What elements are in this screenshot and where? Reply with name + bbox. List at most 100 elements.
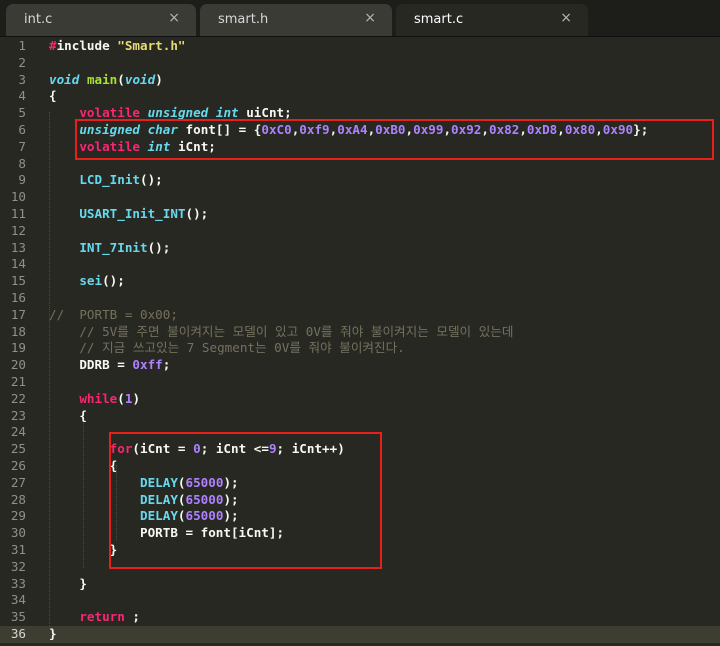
code-line[interactable]: 5 volatile unsigned int uiCnt; — [0, 105, 720, 122]
code-line[interactable]: 8 — [0, 156, 720, 173]
line-code: // 5V를 주면 불이켜지는 모델이 있고 0V를 줘야 불이켜지는 모델이 … — [49, 324, 513, 341]
code-line[interactable]: 7 volatile int iCnt; — [0, 139, 720, 156]
code-line[interactable]: 35 return ; — [0, 609, 720, 626]
code-line[interactable]: 21 — [0, 374, 720, 391]
code-line[interactable]: 6 unsigned char font[] = {0xC0, 0xf9, 0xA4… — [0, 122, 720, 139]
close-icon[interactable]: × — [560, 10, 572, 26]
close-icon[interactable]: × — [364, 10, 376, 26]
line-number: 12 — [10, 222, 26, 238]
code-line[interactable]: 18 // 5V를 주면 불이켜지는 모델이 있고 0V를 줘야 불이켜지는 모… — [0, 324, 720, 341]
code-token: INT_7Init — [79, 239, 148, 255]
code-line[interactable]: 30 PORTB = font[iCnt]; — [0, 525, 720, 542]
code-line[interactable]: 20 DDRB = 0xff; — [0, 357, 720, 374]
code-line[interactable]: 13 INT_7Init(); — [0, 240, 720, 257]
code-line[interactable]: 9 LCD_Init(); — [0, 172, 720, 189]
code-line[interactable]: 4{ — [0, 88, 720, 105]
code-line[interactable]: 23 { — [0, 408, 720, 425]
code-line[interactable]: 3 void main(void) — [0, 72, 720, 89]
line-number: 11 — [10, 206, 26, 221]
line-number: 31 — [10, 542, 26, 557]
code-token: 0xD8 — [526, 122, 558, 137]
line-code: DDRB = 0xff; — [49, 357, 170, 374]
code-line[interactable]: 2 — [0, 55, 720, 72]
code-token: ); — [223, 491, 239, 507]
code-token: , — [557, 122, 565, 137]
line-code: PORTB = font[iCnt]; — [49, 525, 284, 542]
code-token: ; — [124, 609, 141, 625]
code-token: "Smart.h" — [117, 38, 186, 53]
code-line[interactable]: 24 — [0, 424, 720, 441]
code-token: ; — [162, 357, 171, 373]
line-number: 7 — [18, 138, 26, 154]
code-token: { — [49, 88, 57, 104]
code-token: DDRB = — [49, 357, 133, 373]
code-token: (); — [147, 239, 171, 255]
code-token: char — [147, 122, 178, 137]
line-number: 13 — [10, 239, 26, 255]
code-line[interactable]: 17 // PORTB = 0x00; — [0, 307, 720, 324]
code-line[interactable]: 22 while(1) — [0, 391, 720, 408]
code-line[interactable]: 19 // 지금 쓰고있는 7 Segment는 0V를 줘야 불이켜진다. — [0, 340, 720, 357]
code-token: unsigned — [79, 122, 141, 137]
line-code: volatile int iCnt; — [49, 139, 216, 156]
tab-smart-h[interactable]: smart.h × — [200, 4, 392, 36]
code-line[interactable]: 31 } — [0, 542, 720, 559]
line-code: #include "Smart.h" — [49, 38, 186, 55]
code-line[interactable]: 26 { — [0, 458, 720, 475]
tab-label: int.c — [24, 12, 53, 27]
code-token: { — [49, 407, 87, 423]
code-token: DELAY — [140, 508, 178, 524]
code-editor[interactable]: 1 #include "Smart.h" 2 3 void main(void) 4{5 … — [0, 37, 720, 646]
code-line[interactable]: 10 — [0, 189, 720, 206]
code-line[interactable]: 16 — [0, 290, 720, 307]
tab-int-c[interactable]: int.c × — [6, 4, 196, 36]
code-line[interactable]: 1 #include "Smart.h" — [0, 38, 720, 55]
code-line[interactable]: 27 DELAY(65000); — [0, 475, 720, 492]
line-number: 18 — [10, 323, 26, 339]
code-line[interactable]: 28 DELAY(65000); — [0, 492, 720, 509]
code-token: }; — [633, 122, 649, 137]
code-token: include — [56, 38, 118, 53]
code-token: , — [443, 122, 452, 137]
line-code: while(1) — [49, 391, 140, 408]
code-token: uiCnt; — [238, 105, 292, 121]
code-token: 65000 — [185, 491, 224, 507]
code-line[interactable]: 11 USART_Init_INT(); — [0, 206, 720, 223]
code-line[interactable]: 14 — [0, 256, 720, 273]
code-line[interactable]: 36} — [0, 626, 720, 643]
tab-smart-c[interactable]: smart.c × — [396, 4, 588, 36]
code-line[interactable]: 34 — [0, 592, 720, 609]
code-token: ( — [177, 491, 186, 507]
code-line[interactable]: 32 — [0, 559, 720, 576]
line-number: 10 — [10, 189, 26, 205]
code-line[interactable]: 33 } — [0, 576, 720, 593]
code-token: 9 — [268, 441, 277, 457]
line-number: 24 — [10, 424, 26, 440]
code-token: DELAY — [140, 491, 178, 507]
code-token: 0xC0 — [261, 122, 292, 137]
code-line[interactable]: 15 sei(); — [0, 273, 720, 290]
line-number: 16 — [10, 290, 26, 305]
code-token: sei — [79, 273, 103, 289]
close-icon[interactable]: × — [168, 10, 180, 26]
line-number: 5 — [18, 105, 26, 121]
code-line[interactable]: 25 for(iCnt = 0; iCnt <=9; iCnt++) — [0, 441, 720, 458]
code-token: DELAY — [140, 474, 178, 490]
code-token: for — [109, 441, 133, 457]
code-token: main — [86, 71, 118, 87]
code-line[interactable]: 29 DELAY(65000); — [0, 508, 720, 525]
code-token: USART_Init_INT — [79, 206, 186, 221]
code-token: ( — [177, 508, 186, 524]
code-line[interactable]: 12 — [0, 223, 720, 240]
code-token: // 5V를 주면 불이켜지는 모델이 있고 0V를 줘야 불이켜지는 모델이 … — [49, 323, 514, 339]
code-token: int — [147, 138, 171, 154]
code-token: unsigned — [147, 105, 209, 121]
line-number: 20 — [10, 357, 26, 373]
code-token: 65000 — [185, 474, 224, 490]
